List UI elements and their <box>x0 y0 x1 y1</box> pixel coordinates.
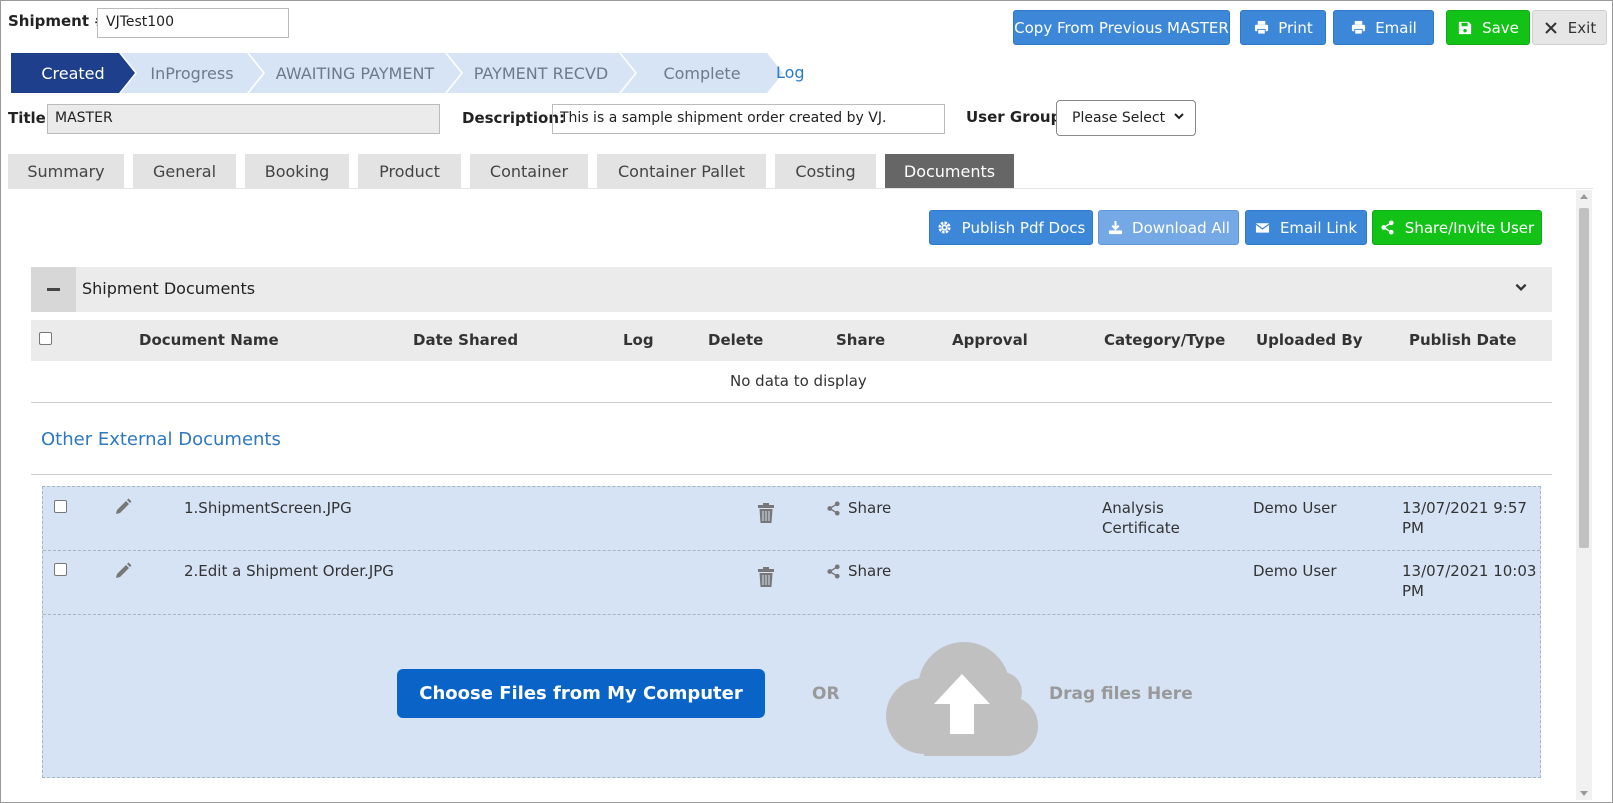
divider <box>31 402 1552 403</box>
user-group-label: User Group: <box>966 108 1068 126</box>
step-awaiting-payment[interactable]: AWAITING PAYMENT <box>249 53 461 93</box>
exit-button[interactable]: Exit <box>1532 10 1607 45</box>
gear-icon <box>937 220 953 236</box>
uploaded-by: Demo User <box>1253 562 1337 580</box>
external-document-row[interactable]: 2.Edit a Shipment Order.JPG Share Demo U… <box>43 551 1540 615</box>
download-icon <box>1107 220 1123 236</box>
collapse-minus-icon[interactable] <box>31 267 76 312</box>
cloud-upload-icon <box>884 636 1040 768</box>
share-button-label: Share/Invite User <box>1404 218 1535 237</box>
publish-date: 13/07/2021 9:57 PM <box>1402 499 1527 537</box>
email-button-label: Email <box>1375 18 1417 37</box>
drag-files-text: Drag files Here <box>1049 684 1193 704</box>
email-link-button[interactable]: Email Link <box>1245 210 1367 245</box>
tab-booking[interactable]: Booking <box>245 154 349 188</box>
title-field[interactable]: MASTER <box>47 104 440 134</box>
publish-button-label: Publish Pdf Docs <box>961 218 1086 237</box>
tab-container[interactable]: Container <box>470 154 588 188</box>
email-link-button-label: Email Link <box>1279 218 1358 237</box>
exit-button-label: Exit <box>1567 18 1597 37</box>
envelope-icon <box>1255 220 1271 236</box>
share-icon[interactable] <box>826 501 841 520</box>
tab-container-pallet[interactable]: Container Pallet <box>597 154 766 188</box>
shipment-number-input[interactable]: VJTest100 <box>97 8 289 38</box>
row-checkbox[interactable] <box>54 562 67 580</box>
close-icon <box>1543 20 1559 36</box>
step-created[interactable]: Created <box>11 53 135 93</box>
tab-general[interactable]: General <box>133 154 236 188</box>
row-checkbox[interactable] <box>54 499 67 517</box>
share-icon[interactable] <box>826 564 841 583</box>
title-label: Title: <box>8 109 52 127</box>
column-document-name[interactable]: Document Name <box>139 331 279 349</box>
pencil-icon[interactable] <box>113 497 133 521</box>
shipment-documents-table-header: Document Name Date Shared Log Delete Sha… <box>31 320 1552 361</box>
choose-files-button[interactable]: Choose Files from My Computer <box>397 669 765 718</box>
share-link[interactable]: Share <box>848 499 891 517</box>
document-name[interactable]: 2.Edit a Shipment Order.JPG <box>184 562 394 580</box>
chevron-down-icon[interactable] <box>1514 280 1528 298</box>
description-field[interactable]: This is a sample shipment order created … <box>552 104 945 134</box>
trash-icon[interactable] <box>757 567 775 591</box>
printer-icon <box>1350 20 1366 36</box>
pencil-icon[interactable] <box>113 561 133 585</box>
no-data-message: No data to display <box>730 372 867 390</box>
description-label: Description: <box>462 109 566 127</box>
external-document-row[interactable]: 1.ShipmentScreen.JPG Share Analysis Cert… <box>43 487 1540 551</box>
user-group-select[interactable]: Please Select <box>1056 100 1196 136</box>
save-button[interactable]: Save <box>1446 10 1530 45</box>
printer-icon <box>1253 20 1269 36</box>
column-category-type[interactable]: Category/Type <box>1104 331 1225 349</box>
column-approval[interactable]: Approval <box>952 331 1028 349</box>
log-link[interactable]: Log <box>776 63 805 82</box>
share-invite-user-button[interactable]: Share/Invite User <box>1372 210 1542 245</box>
publish-pdf-docs-button[interactable]: Publish Pdf Docs <box>929 210 1093 245</box>
tab-summary[interactable]: Summary <box>8 154 124 188</box>
scroll-down-arrow-icon[interactable] <box>1580 791 1588 796</box>
category-type: Analysis Certificate <box>1102 499 1180 537</box>
share-link[interactable]: Share <box>848 562 891 580</box>
scroll-up-arrow-icon[interactable] <box>1580 194 1588 199</box>
column-date-shared[interactable]: Date Shared <box>413 331 518 349</box>
floppy-disk-icon <box>1457 20 1473 36</box>
column-share[interactable]: Share <box>836 331 885 349</box>
column-publish-date[interactable]: Publish Date <box>1409 331 1516 349</box>
email-button[interactable]: Email <box>1333 10 1434 45</box>
step-inprogress[interactable]: InProgress <box>121 53 263 93</box>
print-button[interactable]: Print <box>1240 10 1326 45</box>
column-uploaded-by[interactable]: Uploaded By <box>1256 331 1363 349</box>
trash-icon[interactable] <box>757 503 775 527</box>
divider <box>31 474 1552 475</box>
download-all-button[interactable]: Download All <box>1098 210 1239 245</box>
publish-date: 13/07/2021 10:03 PM <box>1402 562 1537 600</box>
tab-documents[interactable]: Documents <box>885 154 1014 188</box>
step-payment-recvd[interactable]: PAYMENT RECVD <box>447 53 635 93</box>
scrollbar-thumb[interactable] <box>1579 208 1589 548</box>
save-button-label: Save <box>1482 18 1519 37</box>
uploaded-by: Demo User <box>1253 499 1337 517</box>
print-button-label: Print <box>1278 18 1313 37</box>
file-drop-zone[interactable]: 1.ShipmentScreen.JPG Share Analysis Cert… <box>42 486 1541 778</box>
share-icon <box>1380 220 1396 236</box>
column-delete[interactable]: Delete <box>708 331 763 349</box>
copy-button-label: Copy From Previous MASTER <box>1014 18 1229 37</box>
vertical-scrollbar[interactable] <box>1576 190 1592 800</box>
download-button-label: Download All <box>1132 218 1230 237</box>
tab-product[interactable]: Product <box>358 154 461 188</box>
document-name[interactable]: 1.ShipmentScreen.JPG <box>184 499 352 517</box>
shipment-documents-header[interactable]: Shipment Documents <box>31 267 1552 312</box>
column-log[interactable]: Log <box>623 331 654 349</box>
shipment-documents-title: Shipment Documents <box>82 279 256 298</box>
user-group-selected: Please Select <box>1072 110 1166 126</box>
tab-costing[interactable]: Costing <box>775 154 876 188</box>
copy-from-previous-master-button[interactable]: Copy From Previous MASTER <box>1013 10 1230 45</box>
chevron-down-icon <box>1173 110 1185 126</box>
or-separator: OR <box>812 684 840 704</box>
step-complete[interactable]: Complete <box>621 53 783 93</box>
select-all-checkbox[interactable] <box>39 331 52 349</box>
workflow-steps: Created InProgress AWAITING PAYMENT PAYM… <box>11 53 831 93</box>
other-external-documents-title: Other External Documents <box>41 429 281 450</box>
